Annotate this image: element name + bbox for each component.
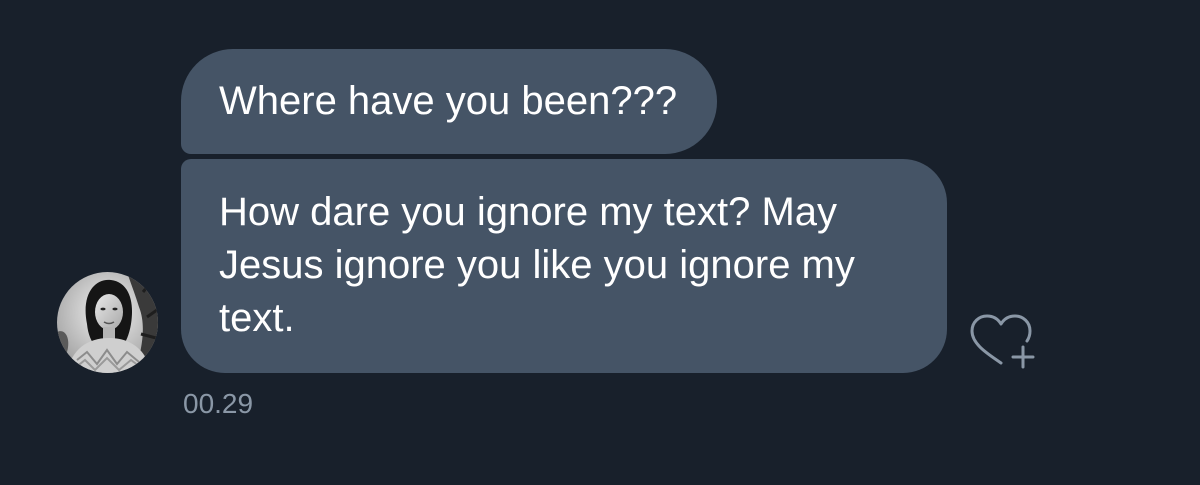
avatar[interactable] [57, 272, 158, 373]
message-text: Where have you been??? [219, 79, 678, 123]
heart-plus-icon [970, 314, 1035, 369]
message-thread: Where have you been??? How dare you igno… [0, 0, 1200, 485]
message-text: How dare you ignore my text? May Jesus i… [219, 190, 855, 340]
message-bubble[interactable]: Where have you been??? [181, 49, 718, 154]
message-timestamp: 00.29 [183, 388, 254, 419]
add-reaction-button[interactable] [968, 311, 1042, 371]
message-bubble[interactable]: How dare you ignore my text? May Jesus i… [181, 159, 947, 373]
avatar-image [57, 272, 158, 373]
